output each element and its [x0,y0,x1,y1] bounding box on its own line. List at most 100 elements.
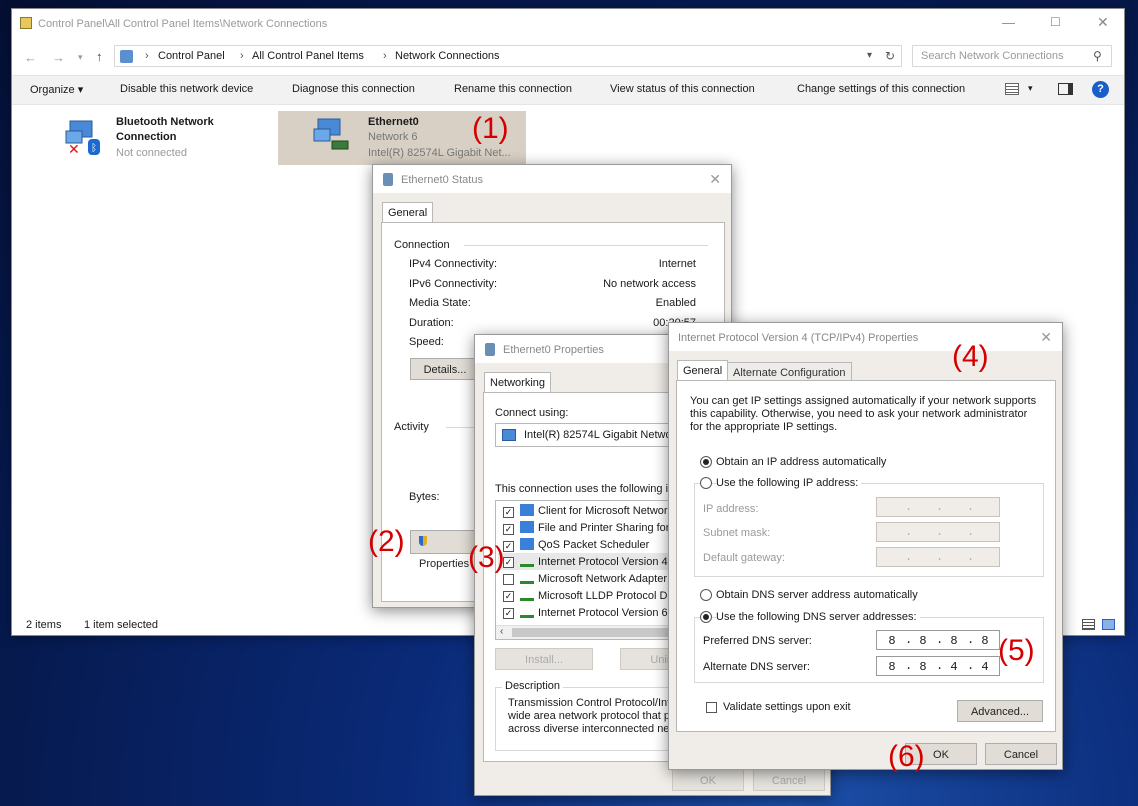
adapter-icon [502,429,516,441]
minimize-icon[interactable]: — [1002,15,1015,30]
adapter-name: Intel(R) 82574L Gigabit Network [524,429,681,441]
ethernet0-network: Network 6 [368,131,418,143]
preview-pane-icon[interactable] [1058,83,1073,95]
use-ip-manual-radio[interactable] [700,477,712,489]
tab-networking[interactable]: Networking [484,372,552,393]
details-button[interactable]: Details... [410,358,480,380]
use-ip-manual-label[interactable]: Use the following IP address: [716,477,862,489]
up-arrow-icon[interactable]: ↑ [96,49,103,64]
use-dns-manual-radio[interactable] [700,611,712,623]
install-button[interactable]: Install... [495,648,593,670]
bytes-label: Bytes: [409,491,440,503]
maximize-icon[interactable]: ☐ [1050,15,1061,29]
bluetooth-connection-name[interactable]: Bluetooth Network [116,116,214,128]
large-icons-view-icon[interactable] [1102,619,1115,630]
bluetooth-connection-name-line2[interactable]: Connection [116,131,177,143]
disable-device-button[interactable]: Disable this network device [120,83,253,95]
refresh-icon[interactable]: ↻ [885,49,895,63]
help-icon[interactable]: ? [1092,81,1109,98]
use-dns-manual-label[interactable]: Use the following DNS server addresses: [716,611,920,623]
tab-general[interactable]: General [382,202,434,223]
organize-button[interactable]: Organize ▾ [30,83,83,96]
ipv4-cancel-button[interactable]: Cancel [985,743,1057,765]
component-label[interactable]: Microsoft LLDP Protocol Dri [538,590,674,602]
status-item-count: 2 items [26,619,62,631]
component-label[interactable]: Client for Microsoft Networks [538,505,679,517]
description-line: across diverse interconnected netw [508,723,681,735]
properties-cancel-button[interactable]: Cancel [753,769,825,791]
ipv4-properties-dialog: Internet Protocol Version 4 (TCP/IPv4) P… [668,322,1063,770]
component-label[interactable]: Internet Protocol Version 4 ( [538,556,674,568]
protocol-icon [520,557,534,567]
ethernet-network-icon [312,117,352,155]
component-checkbox[interactable] [503,574,514,585]
breadcrumb-network-connections[interactable]: Network Connections [395,50,500,62]
bluetooth-connection-status: Not connected [116,147,187,159]
component-checkbox[interactable]: ✓ [503,507,514,518]
default-gateway-input[interactable]: ... [876,547,1000,567]
advanced-button[interactable]: Advanced... [957,700,1043,722]
validate-settings-label[interactable]: Validate settings upon exit [723,701,851,713]
svg-text:✕: ✕ [68,142,80,155]
intro-line: You can get IP settings assigned automat… [690,395,1037,407]
media-state-label: Media State: [409,297,471,309]
breadcrumb-all-items[interactable]: All Control Panel Items [252,50,364,62]
obtain-dns-auto-radio[interactable] [700,589,712,601]
status-selected-count: 1 item selected [84,619,158,631]
diagnose-button[interactable]: Diagnose this connection [292,83,415,95]
search-placeholder: Search Network Connections [921,50,1064,62]
component-checkbox[interactable]: ✓ [503,524,514,535]
forward-arrow-icon[interactable]: → [52,50,65,65]
obtain-dns-auto-label[interactable]: Obtain DNS server address automatically [716,589,918,601]
connection-section-label: Connection [394,239,450,251]
view-options-dropdown-icon[interactable]: ▾ [1028,83,1033,94]
client-icon [520,504,534,516]
scroll-left-icon[interactable]: ‹ [500,626,503,637]
rename-button[interactable]: Rename this connection [454,83,572,95]
component-label[interactable]: Internet Protocol Version 6 ( [538,607,674,619]
scrollbar-thumb[interactable] [512,628,672,637]
close-icon[interactable]: ✕ [1097,14,1109,31]
close-icon[interactable]: ✕ [1040,329,1052,346]
validate-settings-checkbox[interactable] [706,702,717,713]
component-checkbox[interactable]: ✓ [503,591,514,602]
properties-dialog-title: Ethernet0 Properties [503,344,604,356]
ip-octet: 8 [888,660,896,674]
ip-address-input[interactable]: ... [876,497,1000,517]
ipv4-general-panel: You can get IP settings assigned automat… [676,380,1056,732]
alternate-dns-input[interactable]: 8 . 8 . 4 . 4 [876,656,1000,676]
ethernet0-device: Intel(R) 82574L Gigabit Net... [368,147,511,159]
ip-octet: 4 [950,660,958,674]
subnet-mask-input[interactable]: ... [876,522,1000,542]
change-settings-button[interactable]: Change settings of this connection [797,83,965,95]
component-label[interactable]: QoS Packet Scheduler [538,539,649,551]
address-dropdown-icon[interactable]: ▾ [867,50,872,61]
obtain-ip-auto-radio[interactable] [700,456,712,468]
recent-dropdown-icon[interactable]: ▾ [78,52,83,63]
properties-ok-button[interactable]: OK [672,769,744,791]
view-status-button[interactable]: View status of this connection [610,83,755,95]
breadcrumb-separator-icon: › [240,50,244,62]
description-label: Description [502,680,564,692]
view-options-icon[interactable] [1005,83,1019,95]
preferred-dns-input[interactable]: 8 . 8 . 8 . 8 [876,630,1000,650]
component-label[interactable]: Microsoft Network Adapter M [538,573,679,585]
breadcrumb-control-panel[interactable]: Control Panel [158,50,225,62]
properties-button-label: Properties [419,558,470,570]
intro-line: for the appropriate IP settings. [690,421,838,433]
address-bar[interactable]: › Control Panel › All Control Panel Item… [114,45,902,67]
ip-octet: 8 [919,660,927,674]
details-view-icon[interactable] [1082,619,1095,630]
sharing-icon [520,521,534,533]
tab-general[interactable]: General [677,360,729,381]
obtain-ip-auto-label[interactable]: Obtain an IP address automatically [716,456,886,468]
close-icon[interactable]: ✕ [709,171,721,188]
component-checkbox[interactable]: ✓ [503,608,514,619]
description-line: wide area network protocol that pr [508,710,674,722]
status-dialog-title: Ethernet0 Status [401,174,483,186]
component-label[interactable]: File and Printer Sharing for M [538,522,682,534]
step-4-annotation: (4) [952,340,989,373]
protocol-icon [520,574,534,584]
back-arrow-icon[interactable]: ← [24,50,37,65]
search-input[interactable]: Search Network Connections ⚲ [912,45,1112,67]
